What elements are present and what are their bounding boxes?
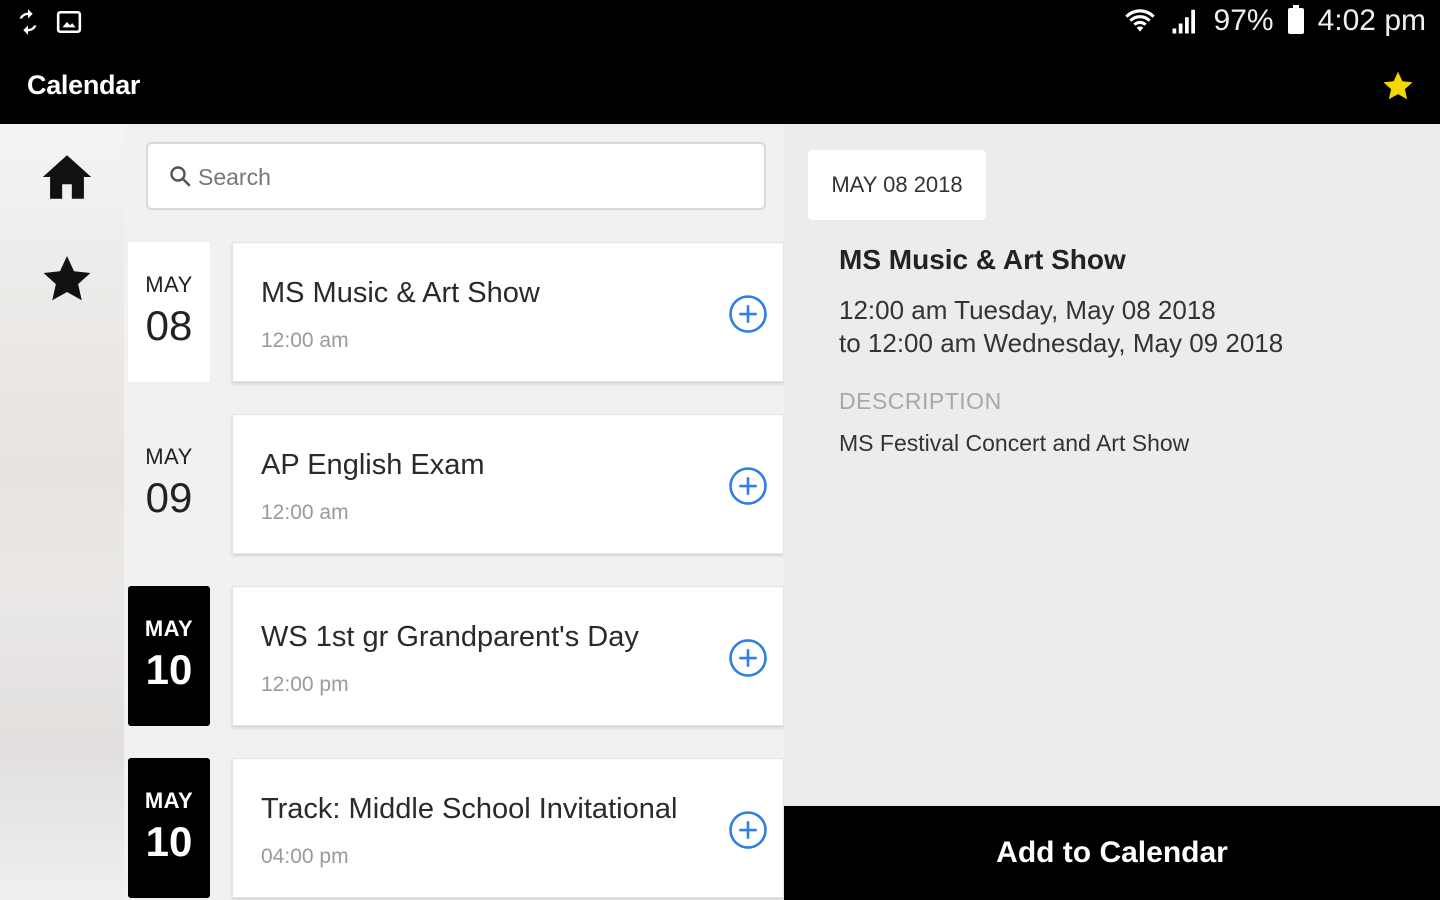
battery-icon [1287,5,1304,34]
event-title: AP English Exam [261,449,485,481]
date-block: MAY 10 [128,586,210,726]
event-title: MS Music & Art Show [261,277,540,309]
event-title: WS 1st gr Grandparent's Day [261,621,639,653]
star-icon[interactable] [38,250,96,308]
detail-date-chip: MAY 08 2018 [808,150,986,220]
date-day: 10 [145,818,193,865]
detail-when: 12:00 am Tuesday, May 08 2018 to 12:00 a… [839,294,1283,360]
event-time: 12:00 am [261,329,349,352]
detail-when-end: to 12:00 am Wednesday, May 09 2018 [839,328,1284,358]
event-card[interactable]: AP English Exam 12:00 am [232,414,784,554]
description-text: MS Festival Concert and Art Show [839,430,1190,456]
detail-when-start: 12:00 am Tuesday, May 08 2018 [839,295,1216,325]
plus-circle-icon[interactable] [727,465,769,507]
date-month: MAY [144,616,194,641]
date-day: 08 [145,302,193,349]
home-icon[interactable] [38,148,96,206]
wifi-icon [1124,9,1155,32]
event-time: 04:00 pm [261,845,349,868]
page-title: Calendar [27,70,141,100]
date-month: MAY [145,272,193,297]
event-title: Track: Middle School Invitational [261,793,678,825]
date-block: MAY 08 [128,242,210,382]
event-row[interactable]: MAY 10 Track: Middle School Invitational… [124,758,784,900]
date-day: 10 [145,646,193,693]
date-month: MAY [144,788,194,813]
event-time: 12:00 am [261,501,349,524]
event-row[interactable]: MAY 09 AP English Exam 12:00 am [124,414,784,562]
search-input[interactable] [198,158,738,196]
favorite-star-icon[interactable] [1380,68,1416,104]
event-detail-panel: MAY 08 2018 MS Music & Art Show 12:00 am… [784,124,1440,806]
plus-circle-icon[interactable] [727,637,769,679]
date-block: MAY 10 [128,758,210,898]
detail-title: MS Music & Art Show [839,244,1126,275]
plus-circle-icon[interactable] [727,293,769,335]
event-time: 12:00 pm [261,673,349,696]
side-rail [0,124,124,900]
search-icon [170,166,191,187]
event-row[interactable]: MAY 10 WS 1st gr Grandparent's Day 12:00… [124,586,784,734]
status-time: 4:02 pm [1317,4,1426,37]
status-notifications [14,8,82,36]
search-box[interactable] [146,142,766,210]
sync-icon [19,9,37,35]
event-row[interactable]: MAY 08 MS Music & Art Show 12:00 am [124,242,784,390]
plus-circle-icon[interactable] [727,809,769,851]
status-bar: 97% 4:02 pm [0,0,1440,50]
app-bar: Calendar [0,50,1440,124]
description-label: DESCRIPTION [839,388,1002,414]
status-system: 97% 4:02 pm [1124,4,1426,38]
add-to-calendar-button[interactable]: Add to Calendar [784,806,1440,900]
date-month: MAY [145,444,193,469]
event-list-panel: MAY 08 MS Music & Art Show 12:00 am MAY … [124,124,784,900]
signal-icon [1172,9,1195,34]
date-day: 09 [145,474,193,521]
event-card[interactable]: Track: Middle School Invitational 04:00 … [232,758,784,898]
battery-percent: 97% [1213,4,1274,37]
event-card[interactable]: MS Music & Art Show 12:00 am [232,242,784,382]
image-icon [56,10,82,34]
event-card[interactable]: WS 1st gr Grandparent's Day 12:00 pm [232,586,784,726]
date-block: MAY 09 [128,414,210,554]
